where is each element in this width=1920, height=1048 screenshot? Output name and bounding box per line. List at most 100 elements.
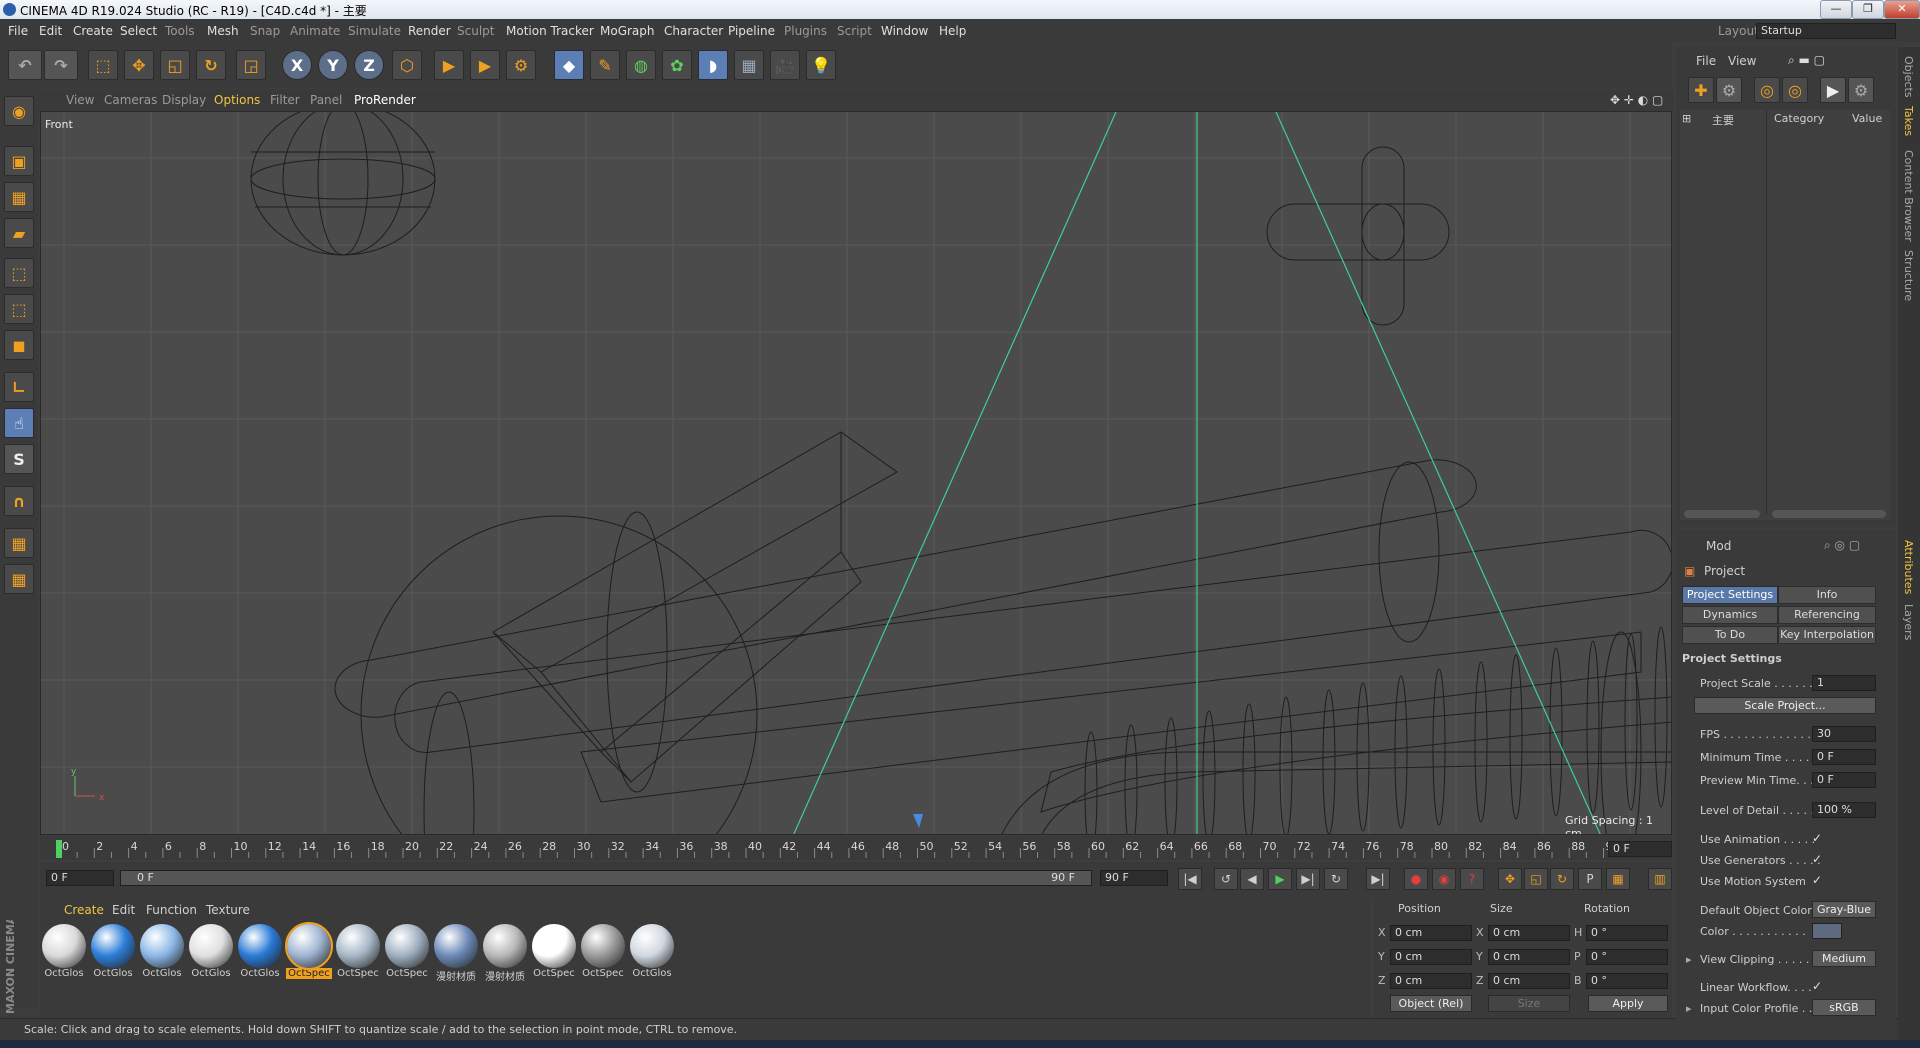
model-mode-icon[interactable]: ▣ xyxy=(4,146,34,176)
material-item[interactable]: OctSpec xyxy=(335,924,381,984)
clone-take-icon[interactable]: ⚙ xyxy=(1716,77,1742,103)
expand-arrow-icon[interactable]: ▸ xyxy=(1686,1002,1692,1015)
make-editable-icon[interactable]: ◉ xyxy=(4,96,34,126)
edges-mode-icon[interactable]: ⬚ xyxy=(4,294,34,324)
position-y-field[interactable]: 0 cm xyxy=(1390,949,1472,965)
render-settings-icon[interactable]: ⚙ xyxy=(506,50,536,80)
tab-to-do[interactable]: To Do xyxy=(1682,626,1778,644)
go-to-start-icon[interactable]: |◀ xyxy=(1178,868,1202,890)
record-icon[interactable]: ● xyxy=(1404,868,1428,890)
autokey-icon[interactable]: ◉ xyxy=(1432,868,1456,890)
preview-min-field[interactable]: 0 F xyxy=(1812,772,1876,788)
points-mode-icon[interactable]: ⬚ xyxy=(4,258,34,288)
redo-icon[interactable]: ↷ xyxy=(44,50,78,80)
vp-menu-panel[interactable]: Panel xyxy=(310,93,342,107)
key-rotation-icon[interactable]: ↻ xyxy=(1550,868,1574,890)
menu-motion-tracker[interactable]: Motion Tracker xyxy=(506,24,594,38)
main-take[interactable]: 主要 xyxy=(1712,112,1734,128)
rotation-h-field[interactable]: 0 ° xyxy=(1586,925,1668,941)
magnet-icon[interactable]: ∩ xyxy=(4,486,34,516)
menu-character[interactable]: Character xyxy=(664,24,723,38)
add-take-icon[interactable]: ✚ xyxy=(1688,77,1714,103)
menu-sculpt[interactable]: Sculpt xyxy=(457,24,494,38)
cloner-icon[interactable]: ✿ xyxy=(662,50,692,80)
size-mode-select[interactable]: Size xyxy=(1488,995,1570,1012)
attr-nav-icons[interactable]: ⌕ ◎ ▢ xyxy=(1824,538,1860,553)
z-axis-icon[interactable]: Z xyxy=(354,50,384,80)
material-item[interactable]: OctSpec xyxy=(580,924,626,984)
menu-script[interactable]: Script xyxy=(837,24,872,38)
key-param-icon[interactable]: P xyxy=(1578,868,1602,890)
texture-mode-icon[interactable]: ▦ xyxy=(4,182,34,212)
vp-menu-view[interactable]: View xyxy=(66,93,94,107)
y-axis-icon[interactable]: Y xyxy=(318,50,348,80)
linear-workflow-checkbox[interactable]: ✓ xyxy=(1812,979,1822,993)
pen-icon[interactable]: ✎ xyxy=(590,50,620,80)
viewport[interactable]: y x Front Grid Spacing : 1 cm xyxy=(40,111,1672,835)
menu-mograph[interactable]: MoGraph xyxy=(600,24,655,38)
render-view-icon[interactable]: ▶ xyxy=(434,50,464,80)
side-tab-objects[interactable]: Objects xyxy=(1902,56,1915,98)
tab-dynamics[interactable]: Dynamics xyxy=(1682,606,1778,624)
lod-field[interactable]: 100 % xyxy=(1812,802,1876,818)
material-item[interactable]: 漫射材质 xyxy=(433,924,479,984)
material-item[interactable]: OctGlos xyxy=(629,924,675,984)
light-icon[interactable]: 💡 xyxy=(806,50,836,80)
camera-icon[interactable]: 🎥 xyxy=(770,50,800,80)
expand-arrow-icon[interactable]: ▸ xyxy=(1686,953,1692,966)
rotation-p-field[interactable]: 0 ° xyxy=(1586,949,1668,965)
range-slider[interactable]: 0 F 90 F xyxy=(120,870,1092,886)
vp-menu-prorender[interactable]: ProRender xyxy=(354,93,416,107)
horizontal-scrollbar[interactable] xyxy=(1772,510,1886,518)
size-x-field[interactable]: 0 cm xyxy=(1488,925,1570,941)
recent-tool-icon[interactable]: ◲ xyxy=(236,50,266,80)
scale-project-button[interactable]: Scale Project... xyxy=(1694,697,1876,714)
size-y-field[interactable]: 0 cm xyxy=(1488,949,1570,965)
lock-workplane-icon[interactable]: ▦ xyxy=(4,528,34,558)
move-icon[interactable]: ✥ xyxy=(124,50,154,80)
menu-plugins[interactable]: Plugins xyxy=(784,24,827,38)
rotate-icon[interactable]: ↻ xyxy=(196,50,226,80)
override-group-icon[interactable]: ◎ xyxy=(1782,77,1808,103)
use-animation-checkbox[interactable]: ✓ xyxy=(1812,831,1822,845)
subdivision-icon[interactable]: ◍ xyxy=(626,50,656,80)
key-position-icon[interactable]: ✥ xyxy=(1498,868,1522,890)
menu-render[interactable]: Render xyxy=(408,24,451,38)
use-motion-checkbox[interactable]: ✓ xyxy=(1812,873,1822,887)
workplane-icon[interactable]: ▰ xyxy=(4,218,34,248)
project-scale-field[interactable]: 1 xyxy=(1812,675,1876,691)
mat-menu-create[interactable]: Create xyxy=(64,903,104,917)
vp-menu-cameras[interactable]: Cameras xyxy=(104,93,157,107)
rotation-b-field[interactable]: 0 ° xyxy=(1586,973,1668,989)
default-color-select[interactable]: Gray-Blue xyxy=(1812,901,1876,918)
tweak-mode-icon[interactable]: ☝ xyxy=(4,408,34,438)
render-picture-viewer-icon[interactable]: ▶ xyxy=(470,50,500,80)
side-tab-content-browser[interactable]: Content Browser xyxy=(1902,150,1915,242)
tab-info[interactable]: Info xyxy=(1778,586,1876,604)
view-clipping-select[interactable]: Medium xyxy=(1812,950,1876,967)
menu-tools[interactable]: Tools xyxy=(165,24,195,38)
search-icon[interactable]: ⌕ ▬ ▢ xyxy=(1788,53,1825,68)
lock-take-icon[interactable]: ⚙ xyxy=(1848,77,1874,103)
obj-menu-view[interactable]: View xyxy=(1728,54,1756,68)
timeline-ruler[interactable]: 0 2 4 6 8 10 12 14 16 18 20 22 24 26 28 30 32 34 36 38 40 42 4… xyxy=(40,836,1672,860)
size-z-field[interactable]: 0 cm xyxy=(1488,973,1570,989)
vp-menu-options[interactable]: Options xyxy=(214,93,260,107)
side-tab-takes[interactable]: Takes xyxy=(1902,106,1915,136)
menu-snap[interactable]: Snap xyxy=(250,24,280,38)
render-take-icon[interactable]: ▶ xyxy=(1820,77,1846,103)
material-item[interactable]: OctGlos xyxy=(139,924,185,984)
previous-key-icon[interactable]: ↺ xyxy=(1214,868,1238,890)
vp-menu-filter[interactable]: Filter xyxy=(270,93,300,107)
material-item[interactable]: OctSpec xyxy=(384,924,430,984)
position-z-field[interactable]: 0 cm xyxy=(1390,973,1472,989)
grid-icon[interactable]: ▦ xyxy=(4,564,34,594)
start-frame-field[interactable]: 0 F xyxy=(46,870,114,886)
color-swatch[interactable] xyxy=(1812,923,1842,939)
cube-icon[interactable]: ◆ xyxy=(554,50,584,80)
coord-mode-select[interactable]: Object (Rel) xyxy=(1390,995,1472,1012)
close-button[interactable]: ✕ xyxy=(1884,0,1920,19)
side-tab-attributes[interactable]: Attributes xyxy=(1902,540,1915,594)
menu-file[interactable]: File xyxy=(8,24,28,38)
material-item[interactable]: OctSpec xyxy=(531,924,577,984)
